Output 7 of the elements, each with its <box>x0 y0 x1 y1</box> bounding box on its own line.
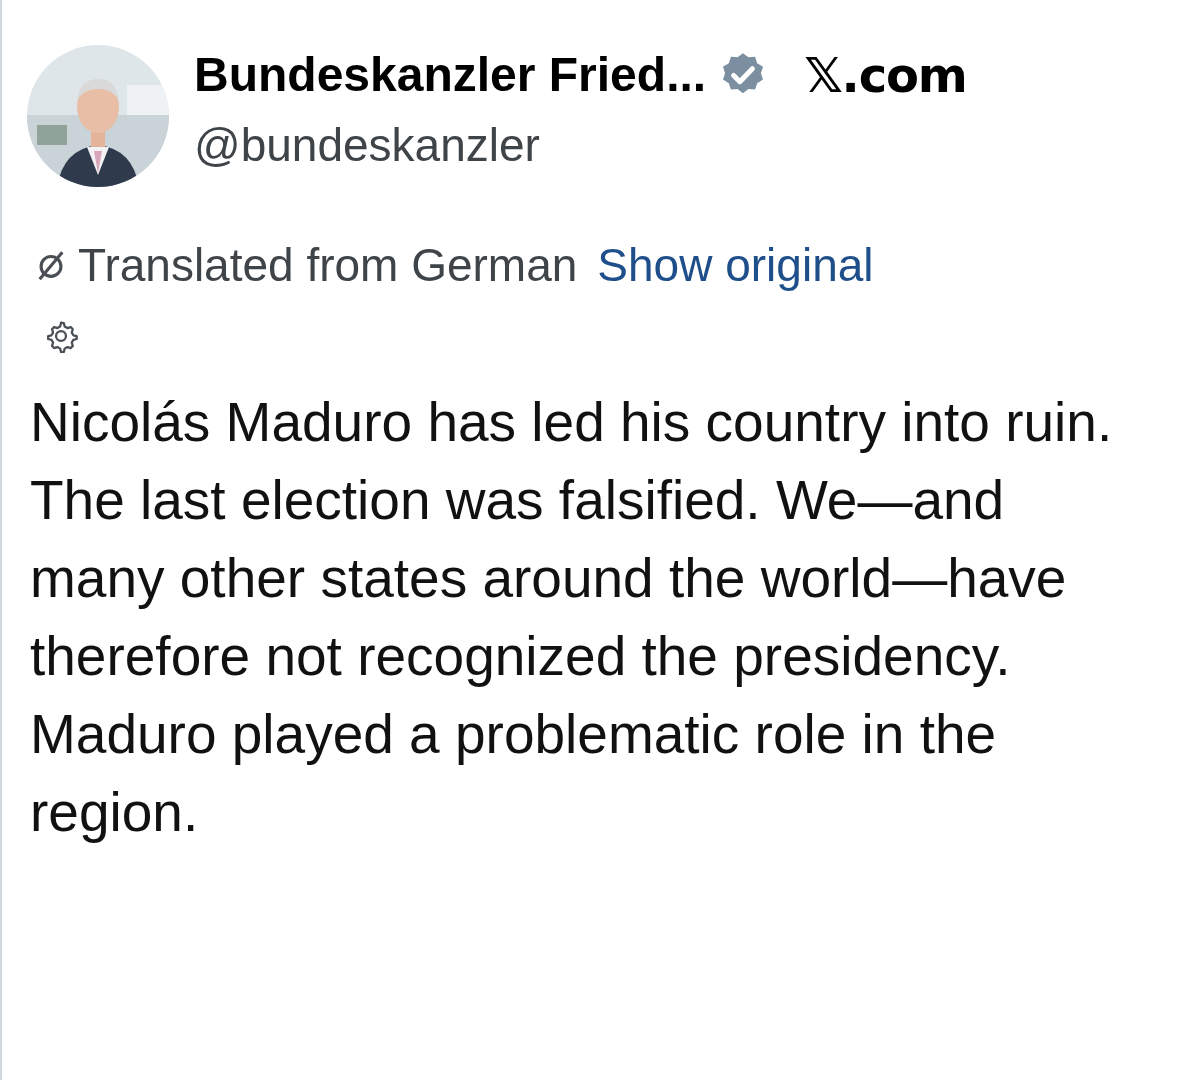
author-handle[interactable]: @bundeskanzler <box>194 115 967 175</box>
show-original-link[interactable]: Show original <box>597 235 874 295</box>
translation-notice: Translated from German <box>78 238 578 293</box>
author-name[interactable]: Bundeskanzler Fried... <box>194 45 707 105</box>
post-text: Nicolás Maduro has led his country into ruin. The last election was falsified. We—and many other states around the world—have therefore not recognized the presidency. Maduro played a problematic role in the region. <box>29 390 1114 845</box>
source-label: 𝕏.com <box>804 46 967 105</box>
settings-icon[interactable] <box>44 319 78 353</box>
